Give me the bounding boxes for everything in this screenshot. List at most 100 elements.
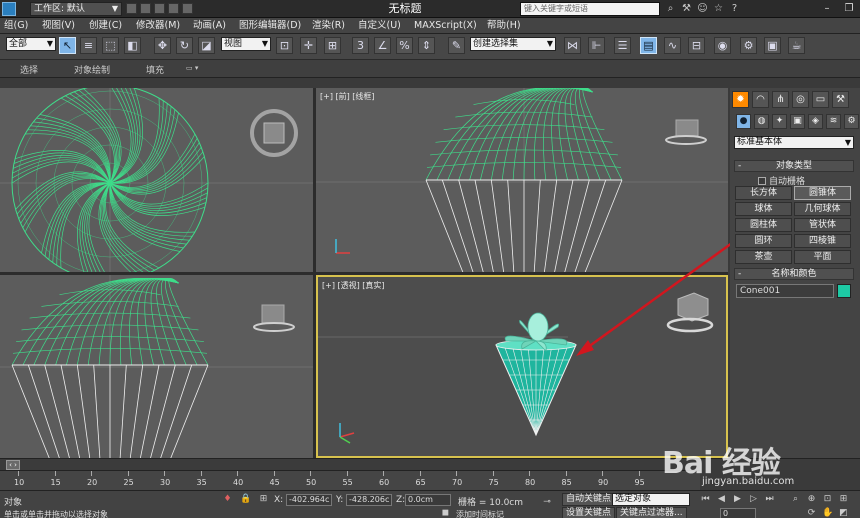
edit-named-sets-button[interactable]: ✎: [448, 37, 465, 54]
next-frame-icon[interactable]: ▷: [748, 494, 759, 505]
scale-button[interactable]: ◪: [198, 37, 215, 54]
zoom-icon[interactable]: ⌕: [790, 494, 801, 505]
rect-selection-button[interactable]: ⬚: [102, 37, 119, 54]
add-time-tag[interactable]: 添加时间标记: [456, 509, 504, 518]
geosphere-button[interactable]: 几何球体: [794, 202, 851, 216]
shapes-icon[interactable]: ◍: [754, 114, 769, 129]
named-selection-set-dropdown[interactable]: 创建选择集 ▼: [470, 37, 556, 51]
tools-icon[interactable]: ⚒: [680, 2, 693, 15]
create-tab-icon[interactable]: ✹: [732, 91, 749, 108]
object-color-swatch[interactable]: [837, 284, 851, 298]
motion-tab-icon[interactable]: ◎: [792, 91, 809, 108]
maximize-viewport-icon[interactable]: ⊞: [838, 494, 849, 505]
render-button[interactable]: ☕: [788, 37, 805, 54]
user-icon[interactable]: ☺: [696, 2, 709, 15]
restore-icon[interactable]: ❐: [838, 0, 860, 18]
search-icon[interactable]: ⌕: [664, 2, 677, 15]
spacewarps-icon[interactable]: ≋: [826, 114, 841, 129]
menu-item-group[interactable]: 组(G): [4, 19, 28, 33]
lights-icon[interactable]: ✦: [772, 114, 787, 129]
keyboard-shortcut-button[interactable]: ⊞: [324, 37, 341, 54]
auto-key-button[interactable]: 自动关键点: [562, 493, 616, 506]
z-coordinate-field[interactable]: 0.0cm: [405, 494, 451, 506]
save-file-icon[interactable]: [154, 3, 165, 14]
zoom-extents-icon[interactable]: ⊡: [822, 494, 833, 505]
display-tab-icon[interactable]: ▭: [812, 91, 829, 108]
menu-item-rendering[interactable]: 渲染(R): [312, 19, 345, 33]
torus-button[interactable]: 圆环: [735, 234, 792, 248]
new-file-icon[interactable]: [126, 3, 137, 14]
systems-icon[interactable]: ⚙: [844, 114, 859, 129]
key-mode-dropdown[interactable]: 选定对象: [612, 493, 690, 506]
open-file-icon[interactable]: [140, 3, 151, 14]
checkbox-icon[interactable]: [758, 177, 766, 185]
help-icon[interactable]: ?: [728, 2, 741, 15]
workspace-dropdown[interactable]: 工作区: 默认 ▼: [30, 2, 122, 16]
align-button[interactable]: ⊩: [588, 37, 605, 54]
menu-item-maxscript[interactable]: MAXScript(X): [414, 19, 477, 33]
menu-item-graph-editors[interactable]: 图形编辑器(D): [239, 19, 301, 33]
app-logo-icon[interactable]: [2, 2, 16, 16]
layer-manager-button[interactable]: ☰: [614, 37, 631, 54]
rotate-button[interactable]: ↻: [176, 37, 193, 54]
mirror-button[interactable]: ⋈: [564, 37, 581, 54]
current-frame-field[interactable]: 0: [720, 508, 756, 518]
menu-item-modifiers[interactable]: 修改器(M): [136, 19, 180, 33]
cameras-icon[interactable]: ▣: [790, 114, 805, 129]
set-key-button[interactable]: 设置关键点: [562, 507, 616, 518]
isolate-icon[interactable]: ♦: [222, 494, 233, 505]
rendered-frame-button[interactable]: ▣: [764, 37, 781, 54]
orbit-icon[interactable]: ⟳: [806, 508, 817, 518]
move-button[interactable]: ✥: [154, 37, 171, 54]
ribbon-tab-populate[interactable]: 填充: [146, 63, 164, 76]
spinner-snap-button[interactable]: ⇕: [418, 37, 435, 54]
key-icon[interactable]: ⊸: [540, 497, 554, 508]
zoom-all-icon[interactable]: ⊕: [806, 494, 817, 505]
time-slider-thumb[interactable]: ‹ ›: [6, 460, 20, 470]
star-icon[interactable]: ☆: [712, 2, 725, 15]
prev-frame-icon[interactable]: ◀: [716, 494, 727, 505]
modify-tab-icon[interactable]: ◠: [752, 91, 769, 108]
redo-icon[interactable]: [182, 3, 193, 14]
absolute-mode-icon[interactable]: ⊞: [258, 494, 269, 505]
go-to-start-icon[interactable]: ⏮: [700, 494, 711, 505]
menu-item-create[interactable]: 创建(C): [89, 19, 122, 33]
window-crossing-button[interactable]: ◧: [124, 37, 141, 54]
search-input[interactable]: 键入关键字或短语: [520, 2, 660, 16]
curve-editor-button[interactable]: ∿: [664, 37, 681, 54]
menu-item-customize[interactable]: 自定义(U): [358, 19, 401, 33]
plane-button[interactable]: 平面: [794, 250, 851, 264]
pan-icon[interactable]: ✋: [822, 508, 833, 518]
name-color-rollout[interactable]: - 名称和颜色: [734, 268, 854, 280]
menu-item-animation[interactable]: 动画(A): [193, 19, 226, 33]
object-name-field[interactable]: Cone001: [736, 284, 834, 298]
key-filters-button[interactable]: 关键点过滤器...: [616, 507, 687, 518]
x-coordinate-field[interactable]: -402.964c: [286, 494, 332, 506]
material-editor-button[interactable]: ◉: [714, 37, 731, 54]
hierarchy-tab-icon[interactable]: ⋔: [772, 91, 789, 108]
time-tag-icon[interactable]: ◼: [440, 508, 451, 518]
y-coordinate-field[interactable]: -428.206c: [346, 494, 392, 506]
snap-toggle-button[interactable]: 3: [352, 37, 369, 54]
angle-snap-button[interactable]: ∠: [374, 37, 391, 54]
helpers-icon[interactable]: ◈: [808, 114, 823, 129]
category-dropdown[interactable]: 标准基本体 ▼: [734, 136, 854, 149]
field-of-view-icon[interactable]: ◩: [838, 508, 849, 518]
select-by-name-button[interactable]: ≡: [80, 37, 97, 54]
tube-button[interactable]: 管状体: [794, 218, 851, 232]
sphere-button[interactable]: 球体: [735, 202, 792, 216]
go-to-end-icon[interactable]: ⏭: [764, 494, 775, 505]
teapot-button[interactable]: 茶壶: [735, 250, 792, 264]
cylinder-button[interactable]: 圆柱体: [735, 218, 792, 232]
selection-filter-dropdown[interactable]: 全部 ▼: [6, 37, 56, 51]
minimize-icon[interactable]: –: [816, 0, 838, 18]
undo-icon[interactable]: [168, 3, 179, 14]
play-icon[interactable]: ▶: [732, 494, 743, 505]
object-type-rollout[interactable]: - 对象类型: [734, 160, 854, 172]
cone-button[interactable]: 圆锥体: [794, 186, 851, 200]
schematic-view-button[interactable]: ⊟: [688, 37, 705, 54]
menu-item-help[interactable]: 帮助(H): [487, 19, 521, 33]
reference-coord-dropdown[interactable]: 视图 ▼: [221, 37, 271, 51]
pyramid-button[interactable]: 四棱锥: [794, 234, 851, 248]
select-object-button[interactable]: ↖: [59, 37, 76, 54]
